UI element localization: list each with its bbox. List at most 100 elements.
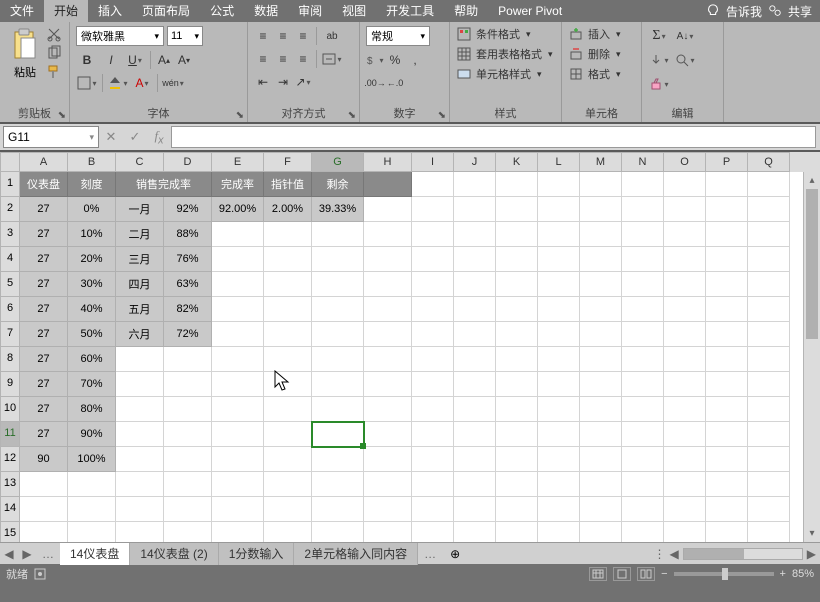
cell[interactable]: [496, 322, 538, 347]
cell[interactable]: [412, 497, 454, 522]
cell[interactable]: [580, 247, 622, 272]
row-header[interactable]: 3: [0, 222, 20, 247]
cell[interactable]: [748, 172, 790, 197]
cell[interactable]: [538, 197, 580, 222]
cell[interactable]: 40%: [68, 297, 116, 322]
cell[interactable]: [412, 522, 454, 542]
cell[interactable]: [412, 222, 454, 247]
col-header[interactable]: C: [116, 152, 164, 172]
table-format-button[interactable]: 套用表格格式▾: [456, 46, 555, 62]
cell[interactable]: 88%: [164, 222, 212, 247]
cell[interactable]: [706, 522, 748, 542]
row-header[interactable]: 13: [0, 472, 20, 497]
cell[interactable]: [454, 297, 496, 322]
cell[interactable]: [496, 522, 538, 542]
cell[interactable]: [454, 222, 496, 247]
cell[interactable]: [538, 397, 580, 422]
sheet-tab[interactable]: 1分数输入: [219, 543, 295, 565]
cell[interactable]: [664, 347, 706, 372]
sheet-nav-more[interactable]: …: [36, 547, 60, 561]
phonetic-button[interactable]: wén: [162, 73, 184, 93]
cell[interactable]: [364, 197, 412, 222]
sort-filter-button[interactable]: A↓: [674, 26, 696, 46]
cell[interactable]: [264, 447, 312, 472]
cell[interactable]: [664, 297, 706, 322]
cell[interactable]: [364, 347, 412, 372]
cell[interactable]: [412, 197, 454, 222]
cell[interactable]: 92.00%: [212, 197, 264, 222]
cell[interactable]: [580, 297, 622, 322]
cell[interactable]: [20, 522, 68, 542]
dec-decimal-button[interactable]: ←.0: [386, 73, 404, 93]
cell[interactable]: [622, 497, 664, 522]
cell[interactable]: [664, 197, 706, 222]
cell[interactable]: [212, 347, 264, 372]
cell[interactable]: [748, 522, 790, 542]
cell[interactable]: [164, 422, 212, 447]
cell[interactable]: [748, 197, 790, 222]
cell[interactable]: 72%: [164, 322, 212, 347]
macro-record-icon[interactable]: [34, 568, 46, 580]
cell[interactable]: [364, 372, 412, 397]
cell[interactable]: [454, 422, 496, 447]
horizontal-scrollbar[interactable]: [683, 548, 803, 560]
cell[interactable]: [622, 322, 664, 347]
cell[interactable]: [454, 272, 496, 297]
cell[interactable]: [364, 397, 412, 422]
cell[interactable]: [312, 247, 364, 272]
tab-pivot[interactable]: Power Pivot: [488, 0, 572, 22]
cell[interactable]: [706, 372, 748, 397]
cell[interactable]: [496, 497, 538, 522]
sheet-more[interactable]: …: [418, 547, 442, 561]
tab-formula[interactable]: 公式: [200, 0, 244, 22]
cell[interactable]: [212, 247, 264, 272]
cell[interactable]: [264, 497, 312, 522]
cell[interactable]: [706, 447, 748, 472]
cell[interactable]: [312, 322, 364, 347]
cell[interactable]: 四月: [116, 272, 164, 297]
cell[interactable]: 一月: [116, 197, 164, 222]
cell[interactable]: [538, 297, 580, 322]
align-left-button[interactable]: ≡: [254, 49, 272, 69]
cell[interactable]: [748, 447, 790, 472]
cell[interactable]: [264, 247, 312, 272]
cell[interactable]: [622, 172, 664, 197]
cell[interactable]: 63%: [164, 272, 212, 297]
align-middle-button[interactable]: ≡: [274, 26, 292, 46]
cell[interactable]: [454, 522, 496, 542]
percent-button[interactable]: %: [386, 50, 404, 70]
font-color-button[interactable]: A: [131, 73, 153, 93]
cell[interactable]: 50%: [68, 322, 116, 347]
delete-cells-button[interactable]: 删除▾: [568, 46, 635, 62]
cell[interactable]: [412, 422, 454, 447]
cell[interactable]: [264, 272, 312, 297]
cell[interactable]: 仪表盘: [20, 172, 68, 197]
cell[interactable]: 27: [20, 397, 68, 422]
cell[interactable]: [580, 447, 622, 472]
cell[interactable]: [412, 172, 454, 197]
cell[interactable]: [748, 247, 790, 272]
select-all-corner[interactable]: [0, 152, 20, 172]
cell[interactable]: [454, 197, 496, 222]
cell[interactable]: 20%: [68, 247, 116, 272]
cell[interactable]: 90%: [68, 422, 116, 447]
cell[interactable]: 27: [20, 272, 68, 297]
cell-style-button[interactable]: 单元格样式▾: [456, 66, 555, 82]
cell[interactable]: [748, 222, 790, 247]
cell[interactable]: 80%: [68, 397, 116, 422]
cell[interactable]: [496, 422, 538, 447]
cell[interactable]: [580, 372, 622, 397]
cell[interactable]: [496, 347, 538, 372]
cell[interactable]: [364, 172, 412, 197]
cell[interactable]: [116, 497, 164, 522]
tab-dev[interactable]: 开发工具: [376, 0, 444, 22]
scroll-down-button[interactable]: ▾: [804, 525, 820, 542]
cell[interactable]: [364, 522, 412, 542]
cell[interactable]: [312, 397, 364, 422]
cell[interactable]: [664, 472, 706, 497]
cell[interactable]: [664, 422, 706, 447]
cell[interactable]: [748, 422, 790, 447]
row-header[interactable]: 2: [0, 197, 20, 222]
cell[interactable]: 39.33%: [312, 197, 364, 222]
cell[interactable]: 销售完成率: [116, 172, 212, 197]
